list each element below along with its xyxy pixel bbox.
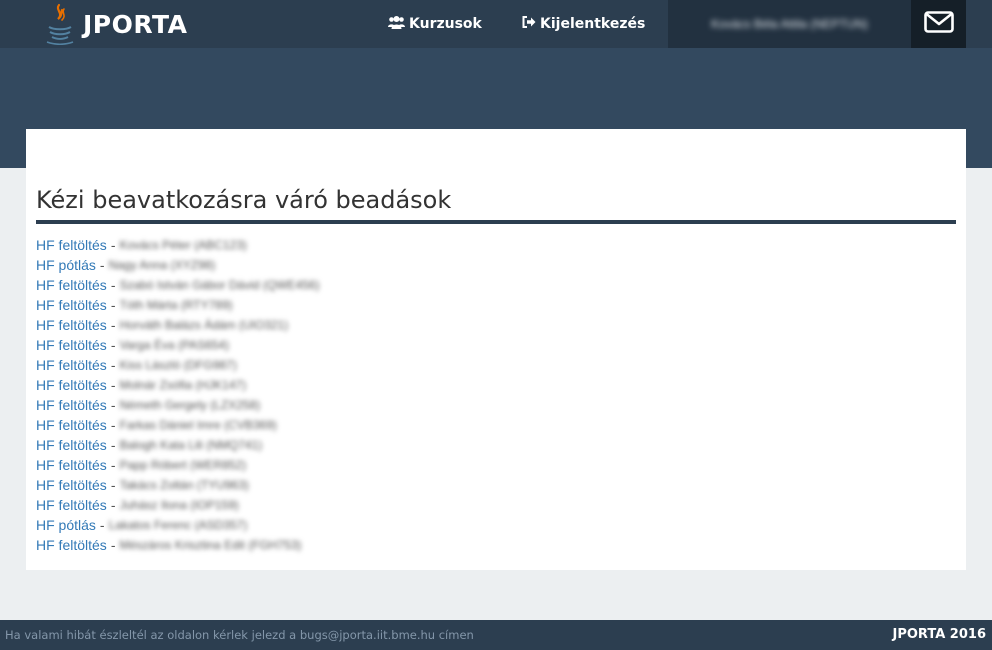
footer-copyright: JPORTA 2016: [892, 627, 986, 642]
nav-courses-link[interactable]: Kurzusok: [388, 0, 482, 48]
item-separator: -: [99, 517, 105, 533]
top-navbar: JPORTA Kurzusok Kijelentkezés Kovács Bél…: [0, 0, 992, 48]
submission-list-item: HF feltöltés - Tóth Márta (RTY789): [36, 295, 320, 315]
submission-list-item: HF feltöltés - Farkas Dániel Imre (CVB369): [36, 415, 320, 435]
submission-type-link[interactable]: HF feltöltés: [36, 495, 107, 515]
item-separator: -: [110, 497, 116, 513]
item-separator: -: [110, 457, 116, 473]
submission-student-name: Farkas Dániel Imre (CVB369): [119, 418, 277, 432]
item-separator: -: [110, 237, 116, 253]
envelope-icon: [923, 10, 954, 38]
submission-student-name: Varga Éva (PAS654): [119, 338, 230, 352]
submission-list-item: HF feltöltés - Varga Éva (PAS654): [36, 335, 320, 355]
item-separator: -: [110, 417, 116, 433]
users-icon: [388, 15, 409, 33]
submission-type-link[interactable]: HF feltöltés: [36, 235, 107, 255]
submission-list-item: HF pótlás - Lakatos Ferenc (ASD357): [36, 515, 320, 535]
page-footer: Ha valami hibát észleltél az oldalon kér…: [0, 620, 992, 650]
item-separator: -: [110, 277, 116, 293]
submission-type-link[interactable]: HF pótlás: [36, 255, 96, 275]
submission-type-link[interactable]: HF feltöltés: [36, 275, 107, 295]
submission-student-name: Lakatos Ferenc (ASD357): [108, 518, 248, 532]
item-separator: -: [110, 537, 116, 553]
submission-type-link[interactable]: HF feltöltés: [36, 435, 107, 455]
item-separator: -: [110, 397, 116, 413]
messages-button[interactable]: [911, 0, 966, 48]
submission-student-name: Juhász Ilona (IOP159): [119, 498, 239, 512]
submission-list-item: HF feltöltés - Németh Gergely (LZX258): [36, 395, 320, 415]
submission-type-link[interactable]: HF feltöltés: [36, 475, 107, 495]
item-separator: -: [110, 437, 116, 453]
sign-out-icon: [522, 16, 540, 32]
submission-list-item: HF feltöltés - Kovács Péter (ABC123): [36, 235, 320, 255]
submission-type-link[interactable]: HF feltöltés: [36, 335, 107, 355]
submission-student-name: Tóth Márta (RTY789): [119, 298, 233, 312]
nav-courses-label: Kurzusok: [409, 16, 482, 32]
submission-student-name: Németh Gergely (LZX258): [119, 398, 261, 412]
submission-list-item: HF feltöltés - Kiss László (DFG987): [36, 355, 320, 375]
submission-type-link[interactable]: HF feltöltés: [36, 375, 107, 395]
submission-student-name: Horváth Balázs Ádám (UIO321): [119, 318, 289, 332]
submission-student-name: Balogh Kata Lili (NMQ741): [119, 438, 263, 452]
submission-type-link[interactable]: HF feltöltés: [36, 535, 107, 555]
submission-list-item: HF feltöltés - Papp Róbert (WER852): [36, 455, 320, 475]
submission-list-item: HF feltöltés - Szabó István Gábor Dávid (Q…: [36, 275, 320, 295]
item-separator: -: [110, 477, 116, 493]
item-separator: -: [110, 337, 116, 353]
footer-bug-report-text: Ha valami hibát észleltél az oldalon kér…: [5, 628, 474, 642]
submission-list-item: HF feltöltés - Horváth Balázs Ádám (UIO321…: [36, 315, 320, 335]
nav-logout-label: Kijelentkezés: [540, 16, 646, 32]
submission-type-link[interactable]: HF feltöltés: [36, 295, 107, 315]
nav-logout-link[interactable]: Kijelentkezés: [522, 0, 645, 48]
current-user-box[interactable]: Kovács Béla Attila (NEPTUN): [668, 0, 911, 48]
submission-student-name: Kovács Péter (ABC123): [119, 238, 247, 252]
submission-list-item: HF pótlás - Nagy Anna (XYZ98): [36, 255, 320, 275]
main-content-card: Kézi beavatkozásra váró beadások HF felt…: [26, 129, 966, 570]
submission-student-name: Nagy Anna (XYZ98): [108, 258, 216, 272]
brand-logo-link[interactable]: JPORTA: [45, 2, 187, 46]
submission-type-link[interactable]: HF pótlás: [36, 515, 96, 535]
submission-student-name: Molnár Zsófia (HJK147): [119, 378, 247, 392]
java-coffee-cup-icon: [45, 3, 75, 45]
submission-student-name: Papp Róbert (WER852): [119, 458, 247, 472]
item-separator: -: [99, 257, 105, 273]
current-user-name: Kovács Béla Attila (NEPTUN): [711, 17, 868, 31]
submission-list-item: HF feltöltés - Takács Zoltán (TYU963): [36, 475, 320, 495]
submission-list: HF feltöltés - Kovács Péter (ABC123) HF pót…: [36, 235, 320, 555]
submission-type-link[interactable]: HF feltöltés: [36, 355, 107, 375]
item-separator: -: [110, 357, 116, 373]
page-title: Kézi beavatkozásra váró beadások: [36, 186, 452, 214]
submission-student-name: Takács Zoltán (TYU963): [119, 478, 249, 492]
submission-type-link[interactable]: HF feltöltés: [36, 415, 107, 435]
submission-type-link[interactable]: HF feltöltés: [36, 315, 107, 335]
submission-student-name: Kiss László (DFG987): [119, 358, 237, 372]
item-separator: -: [110, 377, 116, 393]
submission-student-name: Mészáros Krisztina Edit (FGH753): [119, 538, 302, 552]
submission-student-name: Szabó István Gábor Dávid (QWE456): [119, 278, 320, 292]
submission-type-link[interactable]: HF feltöltés: [36, 455, 107, 475]
submission-type-link[interactable]: HF feltöltés: [36, 395, 107, 415]
item-separator: -: [110, 297, 116, 313]
brand-name: JPORTA: [83, 9, 188, 39]
submission-list-item: HF feltöltés - Juhász Ilona (IOP159): [36, 495, 320, 515]
item-separator: -: [110, 317, 116, 333]
title-divider: [36, 220, 956, 224]
submission-list-item: HF feltöltés - Mészáros Krisztina Edit (FG…: [36, 535, 320, 555]
submission-list-item: HF feltöltés - Balogh Kata Lili (NMQ741): [36, 435, 320, 455]
submission-list-item: HF feltöltés - Molnár Zsófia (HJK147): [36, 375, 320, 395]
